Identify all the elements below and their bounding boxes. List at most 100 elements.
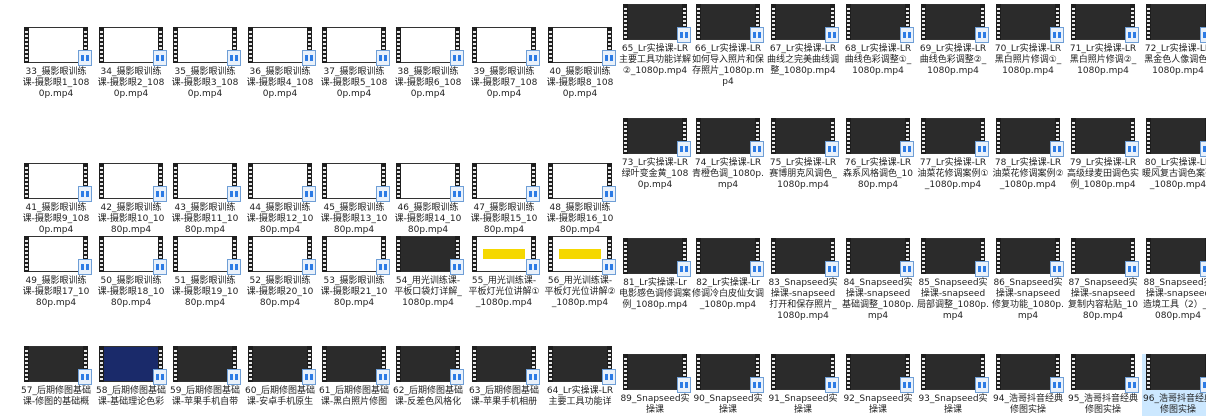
file-item[interactable]: 69_Lr实操课-LR曲线色彩调整②_1080p.mp4 bbox=[917, 4, 989, 77]
file-item[interactable]: 72_Lr实操课-LR黑金色人像调色_1080p.mp4 bbox=[1142, 4, 1206, 77]
file-name: 41_摄影眼训练课-摄影眼9_1080p.mp4 bbox=[22, 203, 90, 235]
file-item[interactable]: 78_Lr实操课-LR油菜花修调案例②_1080p.mp4 bbox=[992, 118, 1064, 191]
file-item[interactable]: 60_后期修图基础课-安卓手机原生 bbox=[244, 346, 316, 408]
video-frame bbox=[701, 354, 755, 390]
file-item[interactable]: 88_Snapseed实操课-snapseed造境工具（2）_1080p.mp4 bbox=[1142, 238, 1206, 322]
file-item[interactable]: 66_Lr实操课-LR如何导入照片和保存照片_1080p.mp4 bbox=[692, 4, 764, 88]
file-item[interactable]: 58_后期修图基础课-基础理论色彩 bbox=[95, 346, 167, 408]
file-item[interactable]: 48_摄影眼训练课-摄影眼16_1080p.mp4 bbox=[544, 163, 616, 236]
media-player-icon bbox=[450, 186, 464, 202]
video-frame bbox=[253, 27, 307, 63]
video-thumbnail bbox=[548, 163, 616, 202]
file-item[interactable]: 93_Snapseed实操课 bbox=[917, 354, 989, 416]
file-item[interactable]: 64_Lr实操课-LR主要工具功能详 bbox=[544, 346, 616, 408]
video-thumbnail bbox=[173, 163, 241, 202]
file-item[interactable]: 47_摄影眼训练课-摄影眼15_1080p.mp4 bbox=[468, 163, 540, 236]
file-item[interactable]: 39_摄影眼训练课-摄影眼7_1080p.mp4 bbox=[468, 27, 540, 100]
file-item[interactable]: 71_Lr实操课-LR黑白照片修调②_1080p.mp4 bbox=[1067, 4, 1139, 77]
file-item[interactable]: 90_Snapseed实操课 bbox=[692, 354, 764, 416]
video-thumbnail bbox=[472, 163, 540, 202]
file-item[interactable]: 79_Lr实操课-LR高级绿麦田调色实例_1080p.mp4 bbox=[1067, 118, 1139, 191]
file-item[interactable]: 54_用光训练课-平板口袋灯详解_1080p.mp4 bbox=[392, 236, 464, 309]
file-item[interactable]: 33_摄影眼训练课-摄影眼1_1080p.mp4 bbox=[20, 27, 92, 100]
media-player-icon bbox=[825, 377, 839, 393]
file-item[interactable]: 89_Snapseed实操课 bbox=[619, 354, 691, 416]
video-frame bbox=[1151, 118, 1205, 154]
video-thumbnail bbox=[696, 4, 764, 43]
video-thumbnail bbox=[696, 354, 764, 393]
file-name: 57_后期修图基础课-修图的基础概 bbox=[21, 386, 91, 407]
file-item[interactable]: 77_Lr实操课-LR油菜花修调案例①_1080p.mp4 bbox=[917, 118, 989, 191]
video-thumbnail bbox=[996, 238, 1064, 277]
file-item[interactable]: 45_摄影眼训练课-摄影眼13_1080p.mp4 bbox=[318, 163, 390, 236]
file-item[interactable]: 40_摄影眼训练课-摄影眼8_1080p.mp4 bbox=[544, 27, 616, 100]
video-frame bbox=[1001, 354, 1055, 390]
video-thumbnail bbox=[623, 354, 691, 393]
file-item[interactable]: 68_Lr实操课-LR曲线色彩调整①_1080p.mp4 bbox=[842, 4, 914, 77]
file-item[interactable]: 53_摄影眼训练课-摄影眼21_1080p.mp4 bbox=[318, 236, 390, 309]
file-item[interactable]: 70_Lr实操课-LR黑白照片修调①_1080p.mp4 bbox=[992, 4, 1064, 77]
file-item[interactable]: 74_Lr实操课-LR青橙色调_1080p.mp4 bbox=[692, 118, 764, 191]
file-item[interactable]: 57_后期修图基础课-修图的基础概 bbox=[20, 346, 92, 408]
file-item[interactable]: 80_Lr实操课-LR暖风复古调色案列_1080p.mp4 bbox=[1142, 118, 1206, 191]
file-name: 45_摄影眼训练课-摄影眼13_1080p.mp4 bbox=[320, 203, 388, 235]
video-thumbnail bbox=[1146, 354, 1206, 393]
media-player-icon bbox=[750, 141, 764, 157]
file-item[interactable]: 73_Lr实操课-LR绿叶变金黄_1080p.mp4 bbox=[619, 118, 691, 191]
video-thumbnail bbox=[548, 27, 616, 66]
file-item[interactable]: 46_摄影眼训练课-摄影眼14_1080p.mp4 bbox=[392, 163, 464, 236]
file-item[interactable]: 83_Snapseed实操课-snapseed打开和保存照片_1080p.mp4 bbox=[767, 238, 839, 322]
file-item[interactable]: 75_Lr实操课-LR赛博朋克风调色_1080p.mp4 bbox=[767, 118, 839, 191]
file-item[interactable]: 34_摄影眼训练课-摄影眼2_1080p.mp4 bbox=[95, 27, 167, 100]
media-player-icon bbox=[677, 377, 691, 393]
video-thumbnail bbox=[396, 346, 464, 385]
file-item[interactable]: 50_摄影眼训练课-摄影眼18_1080p.mp4 bbox=[95, 236, 167, 309]
file-item[interactable]: 94_浩哥抖音经典修图实操 bbox=[992, 354, 1064, 416]
file-item[interactable]: 91_Snapseed实操课 bbox=[767, 354, 839, 416]
file-item[interactable]: 87_Snapseed实操课-snapseed复制内容粘贴_1080p.mp4 bbox=[1067, 238, 1139, 322]
video-frame bbox=[477, 163, 531, 199]
file-item[interactable]: 38_摄影眼训练课-摄影眼6_1080p.mp4 bbox=[392, 27, 464, 100]
file-item[interactable]: 63_后期修图基础课-苹果手机相册 bbox=[468, 346, 540, 408]
file-item[interactable]: 84_Snapseed实操课-snapseed基础调整_1080p.mp4 bbox=[842, 238, 914, 322]
video-thumbnail bbox=[1071, 354, 1139, 393]
file-item[interactable]: 37_摄影眼训练课-摄影眼5_1080p.mp4 bbox=[318, 27, 390, 100]
file-item[interactable]: 67_Lr实操课-LR曲线之完美曲线调整_1080p.mp4 bbox=[767, 4, 839, 77]
video-frame bbox=[1001, 238, 1055, 274]
file-item[interactable]: 43_摄影眼训练课-摄影眼11_1080p.mp4 bbox=[169, 163, 241, 236]
file-item[interactable]: 42_摄影眼训练课-摄影眼10_1080p.mp4 bbox=[95, 163, 167, 236]
file-item[interactable]: 96_浩哥抖音经典修图实操 bbox=[1142, 354, 1206, 416]
file-item[interactable]: 51_摄影眼训练课-摄影眼19_1080p.mp4 bbox=[169, 236, 241, 309]
file-item[interactable]: 81_Lr实操课-Lr电影感色调修调案例_1080p.mp4 bbox=[619, 238, 691, 311]
file-item[interactable]: 76_Lr实操课-LR森系风格调色_1080p.mp4 bbox=[842, 118, 914, 191]
video-frame bbox=[628, 4, 682, 40]
file-item[interactable]: 61_后期修图基础课-黑白照片修图 bbox=[318, 346, 390, 408]
file-name: 89_Snapseed实操课 bbox=[620, 394, 690, 415]
video-frame bbox=[178, 236, 232, 272]
file-name: 80_Lr实操课-LR暖风复古调色案列_1080p.mp4 bbox=[1142, 158, 1206, 190]
file-item[interactable]: 82_Lr实操课-Lr修调冷白皮仙女调_1080p.mp4 bbox=[692, 238, 764, 311]
file-item[interactable]: 52_摄影眼训练课-摄影眼20_1080p.mp4 bbox=[244, 236, 316, 309]
file-item[interactable]: 41_摄影眼训练课-摄影眼9_1080p.mp4 bbox=[20, 163, 92, 236]
file-item[interactable]: 35_摄影眼训练课-摄影眼3_1080p.mp4 bbox=[169, 27, 241, 100]
video-frame bbox=[253, 163, 307, 199]
media-player-icon bbox=[376, 50, 390, 66]
file-item[interactable]: 55_用光训练课-平板灯光位讲解①_1080p.mp4 bbox=[468, 236, 540, 309]
file-item[interactable]: 86_Snapseed实操课-snapseed修复功能_1080p.mp4 bbox=[992, 238, 1064, 322]
media-player-icon bbox=[1125, 141, 1139, 157]
file-item[interactable]: 56_用光训练课-平板灯光位讲解②_1080p.mp4 bbox=[544, 236, 616, 309]
file-item[interactable]: 49_摄影眼训练课-摄影眼17_1080p.mp4 bbox=[20, 236, 92, 309]
file-name: 70_Lr实操课-LR黑白照片修调①_1080p.mp4 bbox=[994, 44, 1062, 76]
file-name: 66_Lr实操课-LR如何导入照片和保存照片_1080p.mp4 bbox=[692, 44, 765, 87]
file-item[interactable]: 92_Snapseed实操课 bbox=[842, 354, 914, 416]
file-item[interactable]: 95_浩哥抖音经典修图实操 bbox=[1067, 354, 1139, 416]
video-thumbnail bbox=[173, 236, 241, 275]
file-item[interactable]: 59_后期修图基础课-苹果手机自带 bbox=[169, 346, 241, 408]
file-item[interactable]: 36_摄影眼训练课-摄影眼4_1080p.mp4 bbox=[244, 27, 316, 100]
file-item[interactable]: 44_摄影眼训练课-摄影眼12_1080p.mp4 bbox=[244, 163, 316, 236]
file-name: 44_摄影眼训练课-摄影眼12_1080p.mp4 bbox=[246, 203, 314, 235]
file-item[interactable]: 85_Snapseed实操课-snapseed局部调整_1080p.mp4 bbox=[917, 238, 989, 322]
file-item[interactable]: 62_后期修图基础课-反差色风格化 bbox=[392, 346, 464, 408]
video-frame bbox=[1076, 238, 1130, 274]
file-item[interactable]: 65_Lr实操课-LR主要工具功能详解②_1080p.mp4 bbox=[619, 4, 691, 77]
